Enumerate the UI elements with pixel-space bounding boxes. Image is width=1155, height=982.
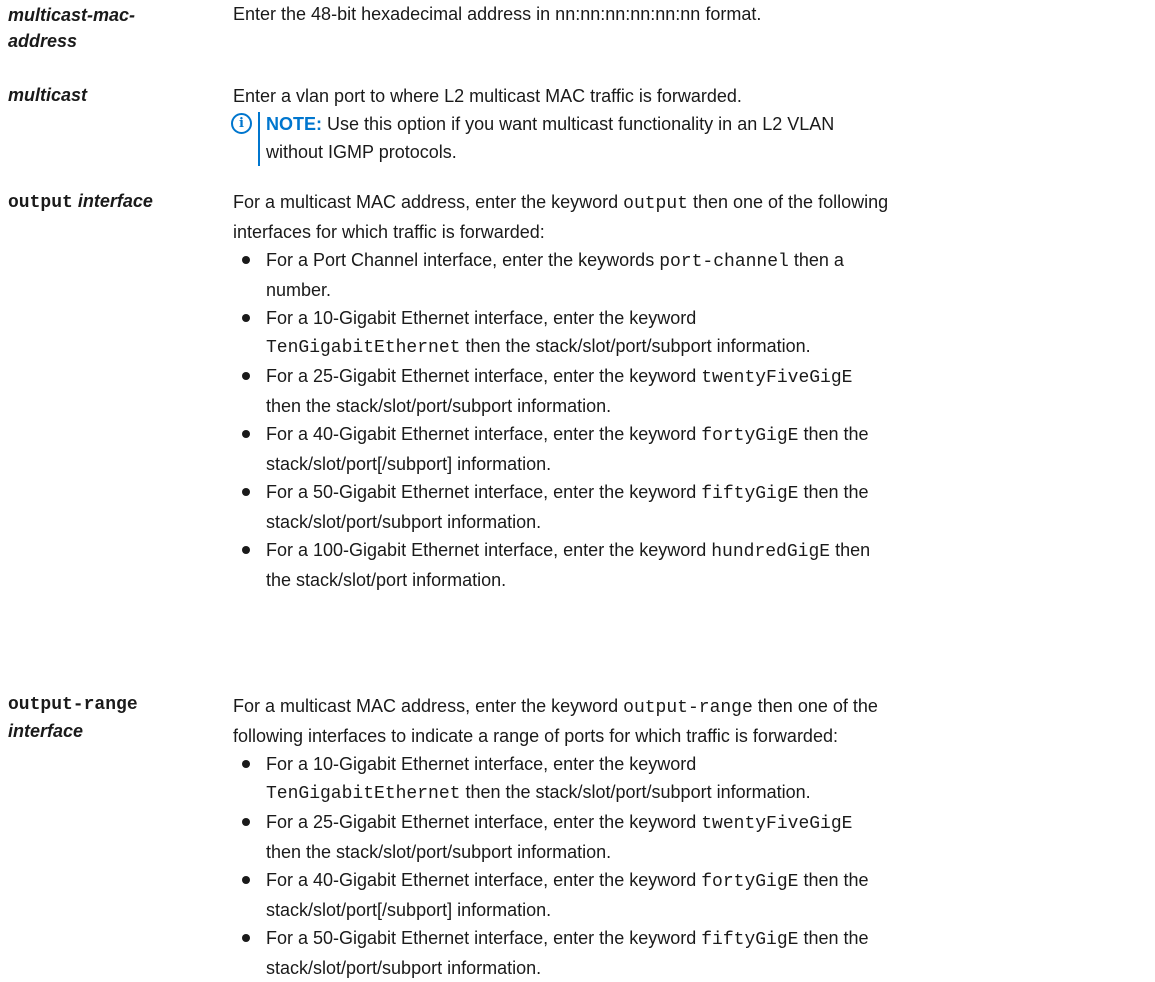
list-item: For a 25-Gigabit Ethernet interface, ent… bbox=[233, 808, 1133, 866]
keyword: output bbox=[623, 194, 688, 214]
bullet-icon bbox=[242, 488, 250, 496]
text: For a 40-Gigabit Ethernet interface, ent… bbox=[266, 870, 702, 890]
text: then the stack/slot/port/subport informa… bbox=[460, 336, 811, 356]
text: For a 10-Gigabit Ethernet interface, ent… bbox=[266, 308, 697, 328]
keyword: TenGigabitEthernet bbox=[266, 338, 461, 358]
param-description: For a multicast MAC address, enter the k… bbox=[233, 188, 1133, 594]
term-param: interface bbox=[8, 721, 84, 741]
keyword: fortyGigE bbox=[701, 872, 799, 892]
keyword: port-channel bbox=[659, 252, 789, 272]
list-item: For a Port Channel interface, enter the … bbox=[233, 246, 1133, 304]
keyword: twentyFiveGigE bbox=[701, 814, 853, 834]
list-item: For a 50-Gigabit Ethernet interface, ent… bbox=[233, 478, 1133, 536]
bullet-icon bbox=[242, 256, 250, 264]
keyword: twentyFiveGigE bbox=[701, 368, 853, 388]
text: For a 50-Gigabit Ethernet interface, ent… bbox=[266, 928, 702, 948]
bullet-icon bbox=[242, 876, 250, 884]
param-description: For a multicast MAC address, enter the k… bbox=[233, 692, 1133, 982]
text: For a multicast MAC address, enter the k… bbox=[233, 696, 624, 716]
bullet-icon bbox=[242, 934, 250, 942]
note-divider bbox=[258, 112, 260, 166]
bullet-icon bbox=[242, 546, 250, 554]
text: For a 25-Gigabit Ethernet interface, ent… bbox=[266, 366, 702, 386]
text: For a 25-Gigabit Ethernet interface, ent… bbox=[266, 812, 702, 832]
term-line: multicast-mac- bbox=[8, 5, 136, 25]
term-keyword: output bbox=[8, 193, 73, 213]
text: then a bbox=[788, 250, 844, 270]
bullet-icon bbox=[242, 372, 250, 380]
text: For a multicast MAC address, enter the k… bbox=[233, 192, 624, 212]
description-intro: interfaces for which traffic is forwarde… bbox=[233, 222, 545, 242]
bullet-icon bbox=[242, 760, 250, 768]
description-intro: For a multicast MAC address, enter the k… bbox=[233, 692, 1133, 722]
description-text: Enter a vlan port to where L2 multicast … bbox=[233, 86, 742, 106]
term-param: interface bbox=[77, 191, 153, 211]
list-item: For a 50-Gigabit Ethernet interface, ent… bbox=[233, 924, 1133, 982]
info-icon: i bbox=[231, 113, 252, 134]
keyword: fiftyGigE bbox=[701, 484, 799, 504]
text: then one of the bbox=[752, 696, 878, 716]
list-item: For a 40-Gigabit Ethernet interface, ent… bbox=[233, 866, 1133, 924]
text: stack/slot/port/subport information. bbox=[266, 512, 542, 532]
interface-list: For a Port Channel interface, enter the … bbox=[233, 246, 1133, 594]
param-description: Enter a vlan port to where L2 multicast … bbox=[231, 82, 1133, 166]
text: then the stack/slot/port/subport informa… bbox=[460, 782, 811, 802]
text: For a Port Channel interface, enter the … bbox=[266, 250, 660, 270]
text: For a 40-Gigabit Ethernet interface, ent… bbox=[266, 424, 702, 444]
text: stack/slot/port[/subport] information. bbox=[266, 900, 552, 920]
list-item: For a 10-Gigabit Ethernet interface, ent… bbox=[233, 750, 1133, 808]
param-term: multicast-mac- address bbox=[8, 2, 228, 54]
list-item: For a 10-Gigabit Ethernet interface, ent… bbox=[233, 304, 1133, 362]
param-description: Enter the 48-bit hexadecimal address in … bbox=[233, 4, 762, 24]
keyword: fiftyGigE bbox=[701, 930, 799, 950]
interface-list: For a 10-Gigabit Ethernet interface, ent… bbox=[233, 750, 1133, 982]
term-line: address bbox=[8, 31, 78, 51]
text: then the bbox=[798, 928, 869, 948]
note-box: i NOTE: Use this option if you want mult… bbox=[231, 110, 1133, 166]
text: For a 100-Gigabit Ethernet interface, en… bbox=[266, 540, 712, 560]
keyword: hundredGigE bbox=[711, 542, 831, 562]
text: then the stack/slot/port/subport informa… bbox=[266, 396, 612, 416]
note-label: NOTE: bbox=[266, 114, 322, 134]
param-term: output interface bbox=[8, 188, 228, 216]
param-term: multicast bbox=[8, 85, 88, 105]
text: then the bbox=[798, 482, 869, 502]
text: For a 10-Gigabit Ethernet interface, ent… bbox=[266, 754, 697, 774]
keyword: fortyGigE bbox=[701, 426, 799, 446]
list-item: For a 25-Gigabit Ethernet interface, ent… bbox=[233, 362, 1133, 420]
keyword: output-range bbox=[623, 698, 753, 718]
text: then the bbox=[798, 870, 869, 890]
term-keyword: output-range bbox=[8, 695, 138, 715]
bullet-icon bbox=[242, 314, 250, 322]
list-item: For a 100-Gigabit Ethernet interface, en… bbox=[233, 536, 1133, 594]
keyword: TenGigabitEthernet bbox=[266, 784, 461, 804]
text: the stack/slot/port information. bbox=[266, 570, 507, 590]
text: then bbox=[830, 540, 871, 560]
list-item: For a 40-Gigabit Ethernet interface, ent… bbox=[233, 420, 1133, 478]
text: number. bbox=[266, 280, 332, 300]
text: then one of the following bbox=[687, 192, 889, 212]
text: then the stack/slot/port/subport informa… bbox=[266, 842, 612, 862]
text: stack/slot/port[/subport] information. bbox=[266, 454, 552, 474]
bullet-icon bbox=[242, 818, 250, 826]
text: then the bbox=[798, 424, 869, 444]
text: stack/slot/port/subport information. bbox=[266, 958, 542, 978]
description-intro: For a multicast MAC address, enter the k… bbox=[233, 188, 1133, 218]
note-text: without IGMP protocols. bbox=[266, 142, 457, 162]
bullet-icon bbox=[242, 430, 250, 438]
note-text: Use this option if you want multicast fu… bbox=[322, 114, 835, 134]
param-term: output-range interface bbox=[8, 692, 228, 744]
text: For a 50-Gigabit Ethernet interface, ent… bbox=[266, 482, 702, 502]
description-intro: following interfaces to indicate a range… bbox=[233, 726, 838, 746]
